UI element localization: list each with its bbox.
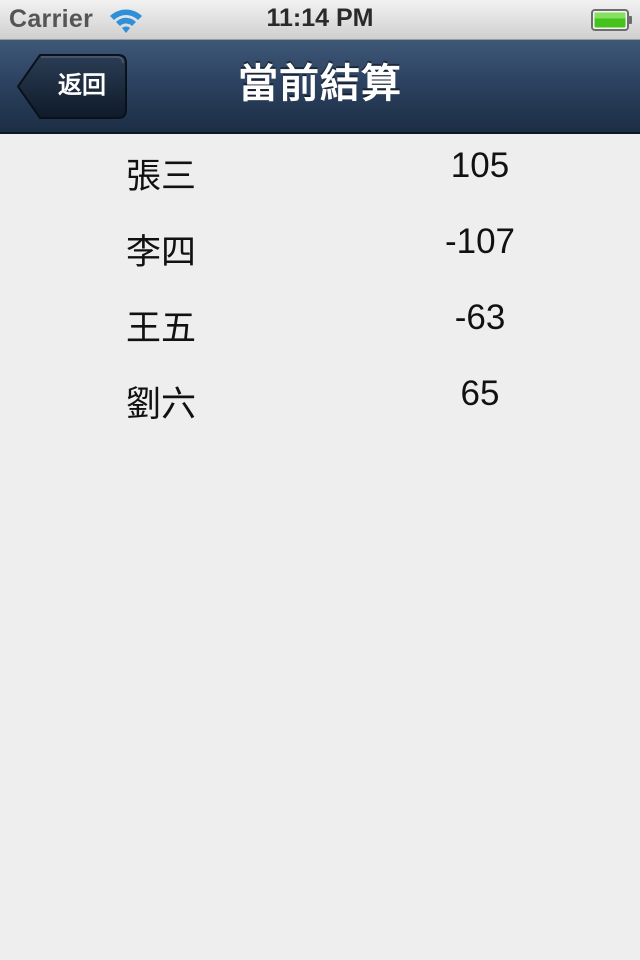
player-score: -63: [454, 298, 506, 337]
status-time: 11:14 PM: [266, 4, 374, 32]
result-list: 張三 105 李四 -107 王五 -63 劉六 65: [0, 134, 640, 438]
battery-icon: [591, 9, 633, 31]
back-button-label: 返回: [58, 72, 106, 99]
player-name: 李四: [126, 233, 197, 273]
player-name: 王五: [126, 309, 197, 349]
back-button[interactable]: 返回: [16, 54, 128, 120]
list-item: 張三 105: [0, 134, 640, 210]
list-item: 王五 -63: [0, 286, 640, 362]
list-item: 李四 -107: [0, 210, 640, 286]
player-name: 劉六: [126, 385, 197, 425]
player-name: 張三: [126, 157, 197, 197]
navigation-bar: 返回 當前結算: [0, 40, 640, 134]
player-score: 65: [460, 374, 500, 413]
player-score: -107: [444, 222, 516, 261]
list-item: 劉六 65: [0, 362, 640, 438]
player-score: 105: [450, 146, 510, 185]
status-bar: Carrier 11:14 PM: [0, 0, 640, 40]
page-title: 當前結算: [238, 62, 402, 106]
